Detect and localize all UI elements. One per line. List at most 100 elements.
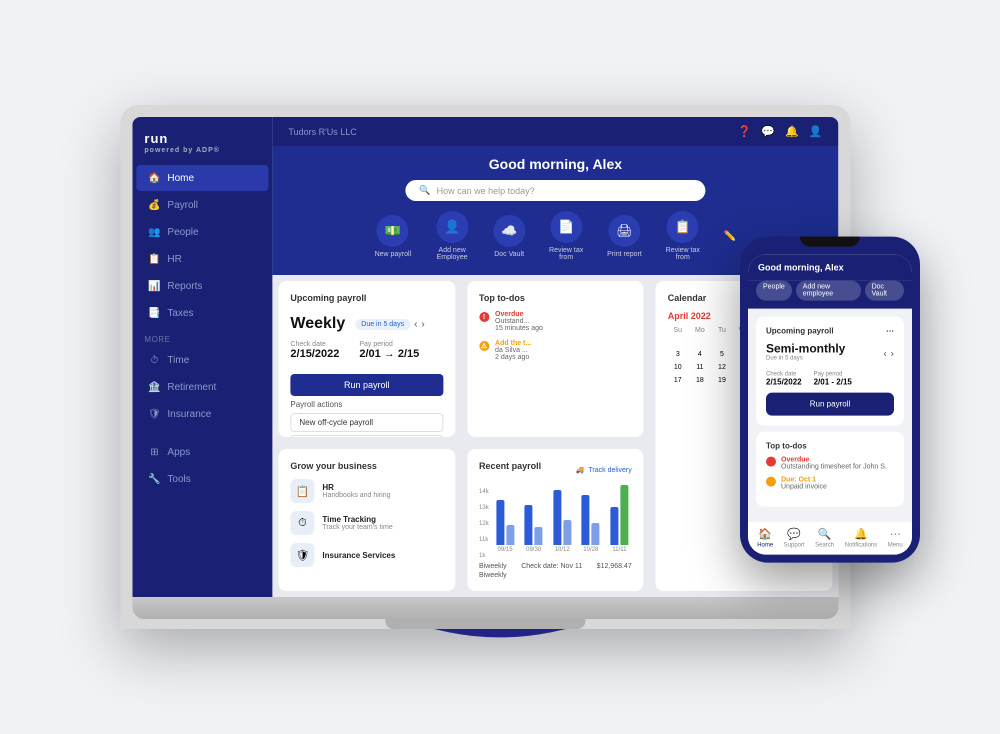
sidebar-item-tools[interactable]: 🔧 Tools [136, 466, 268, 492]
sidebar-item-hr[interactable]: 📋 HR [136, 246, 268, 272]
phone-payroll-menu-icon[interactable]: ⋯ [886, 327, 894, 336]
cal-header-tu: Tu [712, 327, 732, 334]
sidebar-item-home[interactable]: 🏠 Home [136, 165, 268, 191]
phone-nav-menu[interactable]: ⋯ Menu [888, 528, 903, 549]
cal-day-4[interactable]: 4 [690, 349, 710, 360]
y-label-14k: 14k [479, 489, 489, 495]
run-payroll-button[interactable]: Run payroll [290, 374, 443, 396]
search-bar[interactable]: 🔍 How can we help today? [405, 180, 705, 201]
phone-todos-title: Top to-dos [766, 442, 894, 451]
cal-day-5[interactable]: 5 [712, 349, 732, 360]
quick-action-review-tax2[interactable]: 📋 Review tax from [658, 211, 708, 261]
hr-grow-icon: 📋 [290, 479, 314, 503]
bar-pair-0930 [525, 505, 543, 545]
quick-action-review-tax[interactable]: 📄 Review tax from [541, 211, 591, 261]
phone-check-date: Check date 2/15/2022 [766, 372, 802, 387]
todo-warning-dot: ⚠ [479, 341, 489, 351]
sidebar-item-reports[interactable]: 📊 Reports [136, 273, 268, 299]
bar-1028-a [582, 495, 590, 545]
phone-todo-warning-dot [766, 477, 776, 487]
phone-tab-add-employee[interactable]: Add new employee [796, 281, 861, 301]
cal-day [712, 336, 732, 347]
phone-run-payroll-button[interactable]: Run payroll [766, 393, 894, 416]
phone-todo-1: Due: Oct 1 Unpaid invoice [766, 477, 894, 491]
phone-payroll-type: Semi-monthly [766, 342, 845, 356]
chart-label-1111: 11/11 [612, 547, 626, 553]
next-arrow-button[interactable]: › [421, 319, 424, 330]
sidebar-item-retirement[interactable]: 🏦 Retirement [136, 374, 268, 400]
y-label-11k: 11k [479, 537, 489, 543]
phone-prev-arrow-button[interactable]: ‹ [883, 348, 886, 359]
phone-notifications-label: Notifications [845, 543, 878, 549]
phone-header: Good morning, Alex [748, 255, 912, 281]
logo-adp-text: powered by ADP® [144, 147, 220, 154]
print-report-icon: 🖨 [608, 215, 640, 247]
check-date-value: 2/15/2022 [290, 348, 339, 360]
add-employee-label: Add new Employee [427, 247, 477, 261]
quick-action-print-report[interactable]: 🖨 Print report [607, 215, 642, 258]
sidebar-item-payroll[interactable]: 💰 Payroll [136, 192, 268, 218]
cal-day-18[interactable]: 18 [690, 375, 710, 386]
grow-item-insurance[interactable]: 🛡 Insurance Services [290, 543, 443, 567]
track-delivery[interactable]: 🚚 Track delivery [576, 466, 632, 474]
review-tax-label: Review tax from [541, 247, 591, 261]
phone-tab-doc-vault[interactable]: Doc Vault [865, 281, 904, 301]
help-icon[interactable]: ❓ [738, 125, 752, 138]
chart-bars: 09/15 09/30 [493, 483, 632, 553]
time-grow-icon: ⏱ [290, 511, 314, 535]
sidebar-item-apps[interactable]: ⊞ Apps [136, 439, 268, 465]
cal-day-10[interactable]: 10 [668, 362, 688, 373]
phone-nav-search[interactable]: 🔍 Search [815, 528, 834, 549]
grow-item-hr[interactable]: 📋 HR Handbooks and hiring [290, 479, 443, 503]
bar-1012-a [553, 490, 561, 545]
grow-item-time[interactable]: ⏱ Time Tracking Track your team's time [290, 511, 443, 535]
new-offcycle-button[interactable]: New off-cycle payroll [290, 413, 443, 432]
sidebar-item-insurance[interactable]: 🛡 Insurance [136, 401, 268, 427]
sidebar-insurance-label: Insurance [167, 409, 211, 420]
top-todos-title: Top to-dos [479, 293, 632, 303]
grow-insurance-title: Insurance Services [322, 551, 395, 560]
phone-search-icon: 🔍 [818, 528, 832, 541]
phone-tab-people[interactable]: People [756, 281, 792, 301]
bar-0930-a [525, 505, 533, 545]
bar-1012-b [563, 520, 571, 545]
chart-area: 14k 13k 12k 11k 1k [479, 483, 632, 559]
sidebar-item-people[interactable]: 👥 People [136, 219, 268, 245]
cal-day-11[interactable]: 11 [690, 362, 710, 373]
cal-day-12[interactable]: 12 [712, 362, 732, 373]
pay-period-label: Pay period [359, 341, 419, 348]
phone-support-label: Support [784, 543, 805, 549]
quick-action-doc-vault[interactable]: ☁️ Doc Vault [493, 215, 525, 258]
bar-pair-1028 [582, 495, 600, 545]
quick-action-add-employee[interactable]: 👤 Add new Employee [427, 211, 477, 261]
review-tax-icon: 📄 [550, 211, 582, 243]
phone-screen: Good morning, Alex People Add new employ… [748, 255, 912, 555]
profile-icon[interactable]: 👤 [809, 125, 823, 138]
phone-nav-notifications[interactable]: 🔔 Notifications [845, 528, 878, 549]
edit-icon[interactable]: ✏️ [724, 231, 736, 242]
sidebar-item-time[interactable]: ⏱ Time [136, 347, 268, 373]
cal-day-3[interactable]: 3 [668, 349, 688, 360]
cal-header-su: Su [668, 327, 688, 334]
cal-day-19[interactable]: 19 [712, 375, 732, 386]
calculate-paycheck-button[interactable]: Calculate paycheck [290, 435, 443, 437]
y-label-13k: 13k [479, 505, 489, 511]
chart-label-0930: 09/30 [526, 547, 541, 553]
quick-action-new-payroll[interactable]: 💵 New payroll [375, 215, 412, 258]
check-date: Check date 2/15/2022 [290, 341, 339, 360]
notifications-icon[interactable]: 🔔 [785, 125, 799, 138]
phone-next-arrow-button[interactable]: › [891, 348, 894, 359]
cal-day-17[interactable]: 17 [668, 375, 688, 386]
prev-arrow-button[interactable]: ‹ [414, 319, 417, 330]
doc-vault-label: Doc Vault [494, 251, 524, 258]
chat-icon[interactable]: 💬 [761, 125, 775, 138]
phone-nav-home[interactable]: 🏠 Home [757, 528, 773, 549]
phone-todos-card: Top to-dos Overdue Outstanding timesheet… [756, 432, 904, 507]
phone-notch [800, 237, 860, 247]
phone-payroll-card: Upcoming payroll ⋯ Semi-monthly Due in 5… [756, 317, 904, 426]
cal-header-mo: Mo [690, 327, 710, 334]
sidebar-item-taxes[interactable]: 📑 Taxes [136, 300, 268, 326]
home-icon: 🏠 [148, 172, 160, 184]
phone-nav-support[interactable]: 💬 Support [784, 528, 805, 549]
bar-1028-b [592, 523, 600, 545]
